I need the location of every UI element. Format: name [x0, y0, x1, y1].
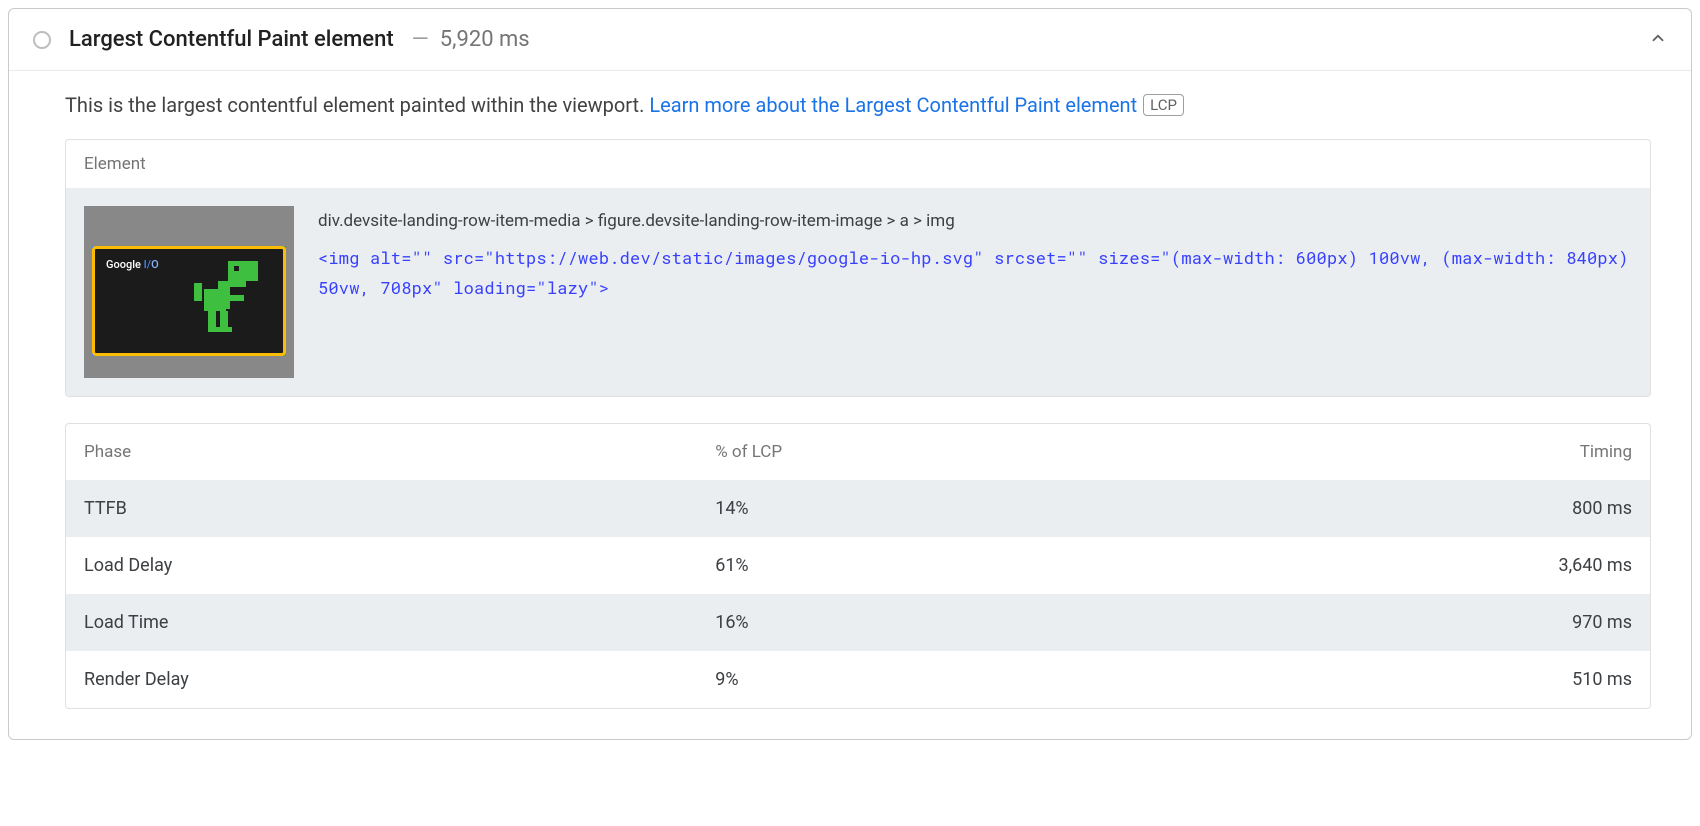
timing-cell: 970 ms — [1159, 594, 1650, 651]
pct-cell: 9% — [697, 651, 1159, 708]
element-thumbnail: Google I/O — [84, 206, 294, 378]
audit-body: This is the largest contentful element p… — [9, 71, 1691, 739]
phase-table-header-row: Phase % of LCP Timing — [66, 424, 1650, 480]
col-timing: Timing — [1159, 424, 1650, 480]
chevron-up-icon[interactable] — [1649, 29, 1667, 51]
audit-description: This is the largest contentful element p… — [65, 93, 1651, 117]
timing-cell: 3,640 ms — [1159, 537, 1650, 594]
table-row: TTFB 14% 800 ms — [66, 480, 1650, 537]
audit-header[interactable]: Largest Contentful Paint element — 5,920… — [9, 9, 1691, 71]
informative-status-icon — [33, 31, 51, 49]
timing-cell: 800 ms — [1159, 480, 1650, 537]
phase-cell: Load Delay — [66, 537, 697, 594]
pct-cell: 14% — [697, 480, 1159, 537]
learn-more-link[interactable]: Learn more about the Largest Contentful … — [649, 93, 1137, 117]
phase-cell: Render Delay — [66, 651, 697, 708]
phase-table: Phase % of LCP Timing TTFB 14% 800 ms Lo… — [65, 423, 1651, 709]
timing-cell: 510 ms — [1159, 651, 1650, 708]
pct-cell: 61% — [697, 537, 1159, 594]
pct-cell: 16% — [697, 594, 1159, 651]
audit-description-text: This is the largest contentful element p… — [65, 93, 649, 117]
element-selector-path: div.devsite-landing-row-item-media > fig… — [318, 206, 1632, 237]
element-card: Element Google I/O — [65, 139, 1651, 397]
audit-display-value: — 5,920 ms — [412, 27, 530, 52]
element-card-header: Element — [66, 140, 1650, 188]
table-row: Load Delay 61% 3,640 ms — [66, 537, 1650, 594]
element-snippet: <img alt="" src="https://web.dev/static/… — [318, 243, 1632, 304]
phase-cell: Load Time — [66, 594, 697, 651]
element-card-body: Google I/O — [66, 188, 1650, 396]
table-row: Load Time 16% 970 ms — [66, 594, 1650, 651]
audit-title: Largest Contentful Paint element — [69, 27, 394, 52]
phase-cell: TTFB — [66, 480, 697, 537]
element-code: div.devsite-landing-row-item-media > fig… — [318, 206, 1632, 304]
col-phase: Phase — [66, 424, 697, 480]
lcp-badge: LCP — [1143, 94, 1184, 116]
col-pct: % of LCP — [697, 424, 1159, 480]
table-row: Render Delay 9% 510 ms — [66, 651, 1650, 708]
dino-icon — [194, 261, 264, 341]
audit-panel: Largest Contentful Paint element — 5,920… — [8, 8, 1692, 740]
